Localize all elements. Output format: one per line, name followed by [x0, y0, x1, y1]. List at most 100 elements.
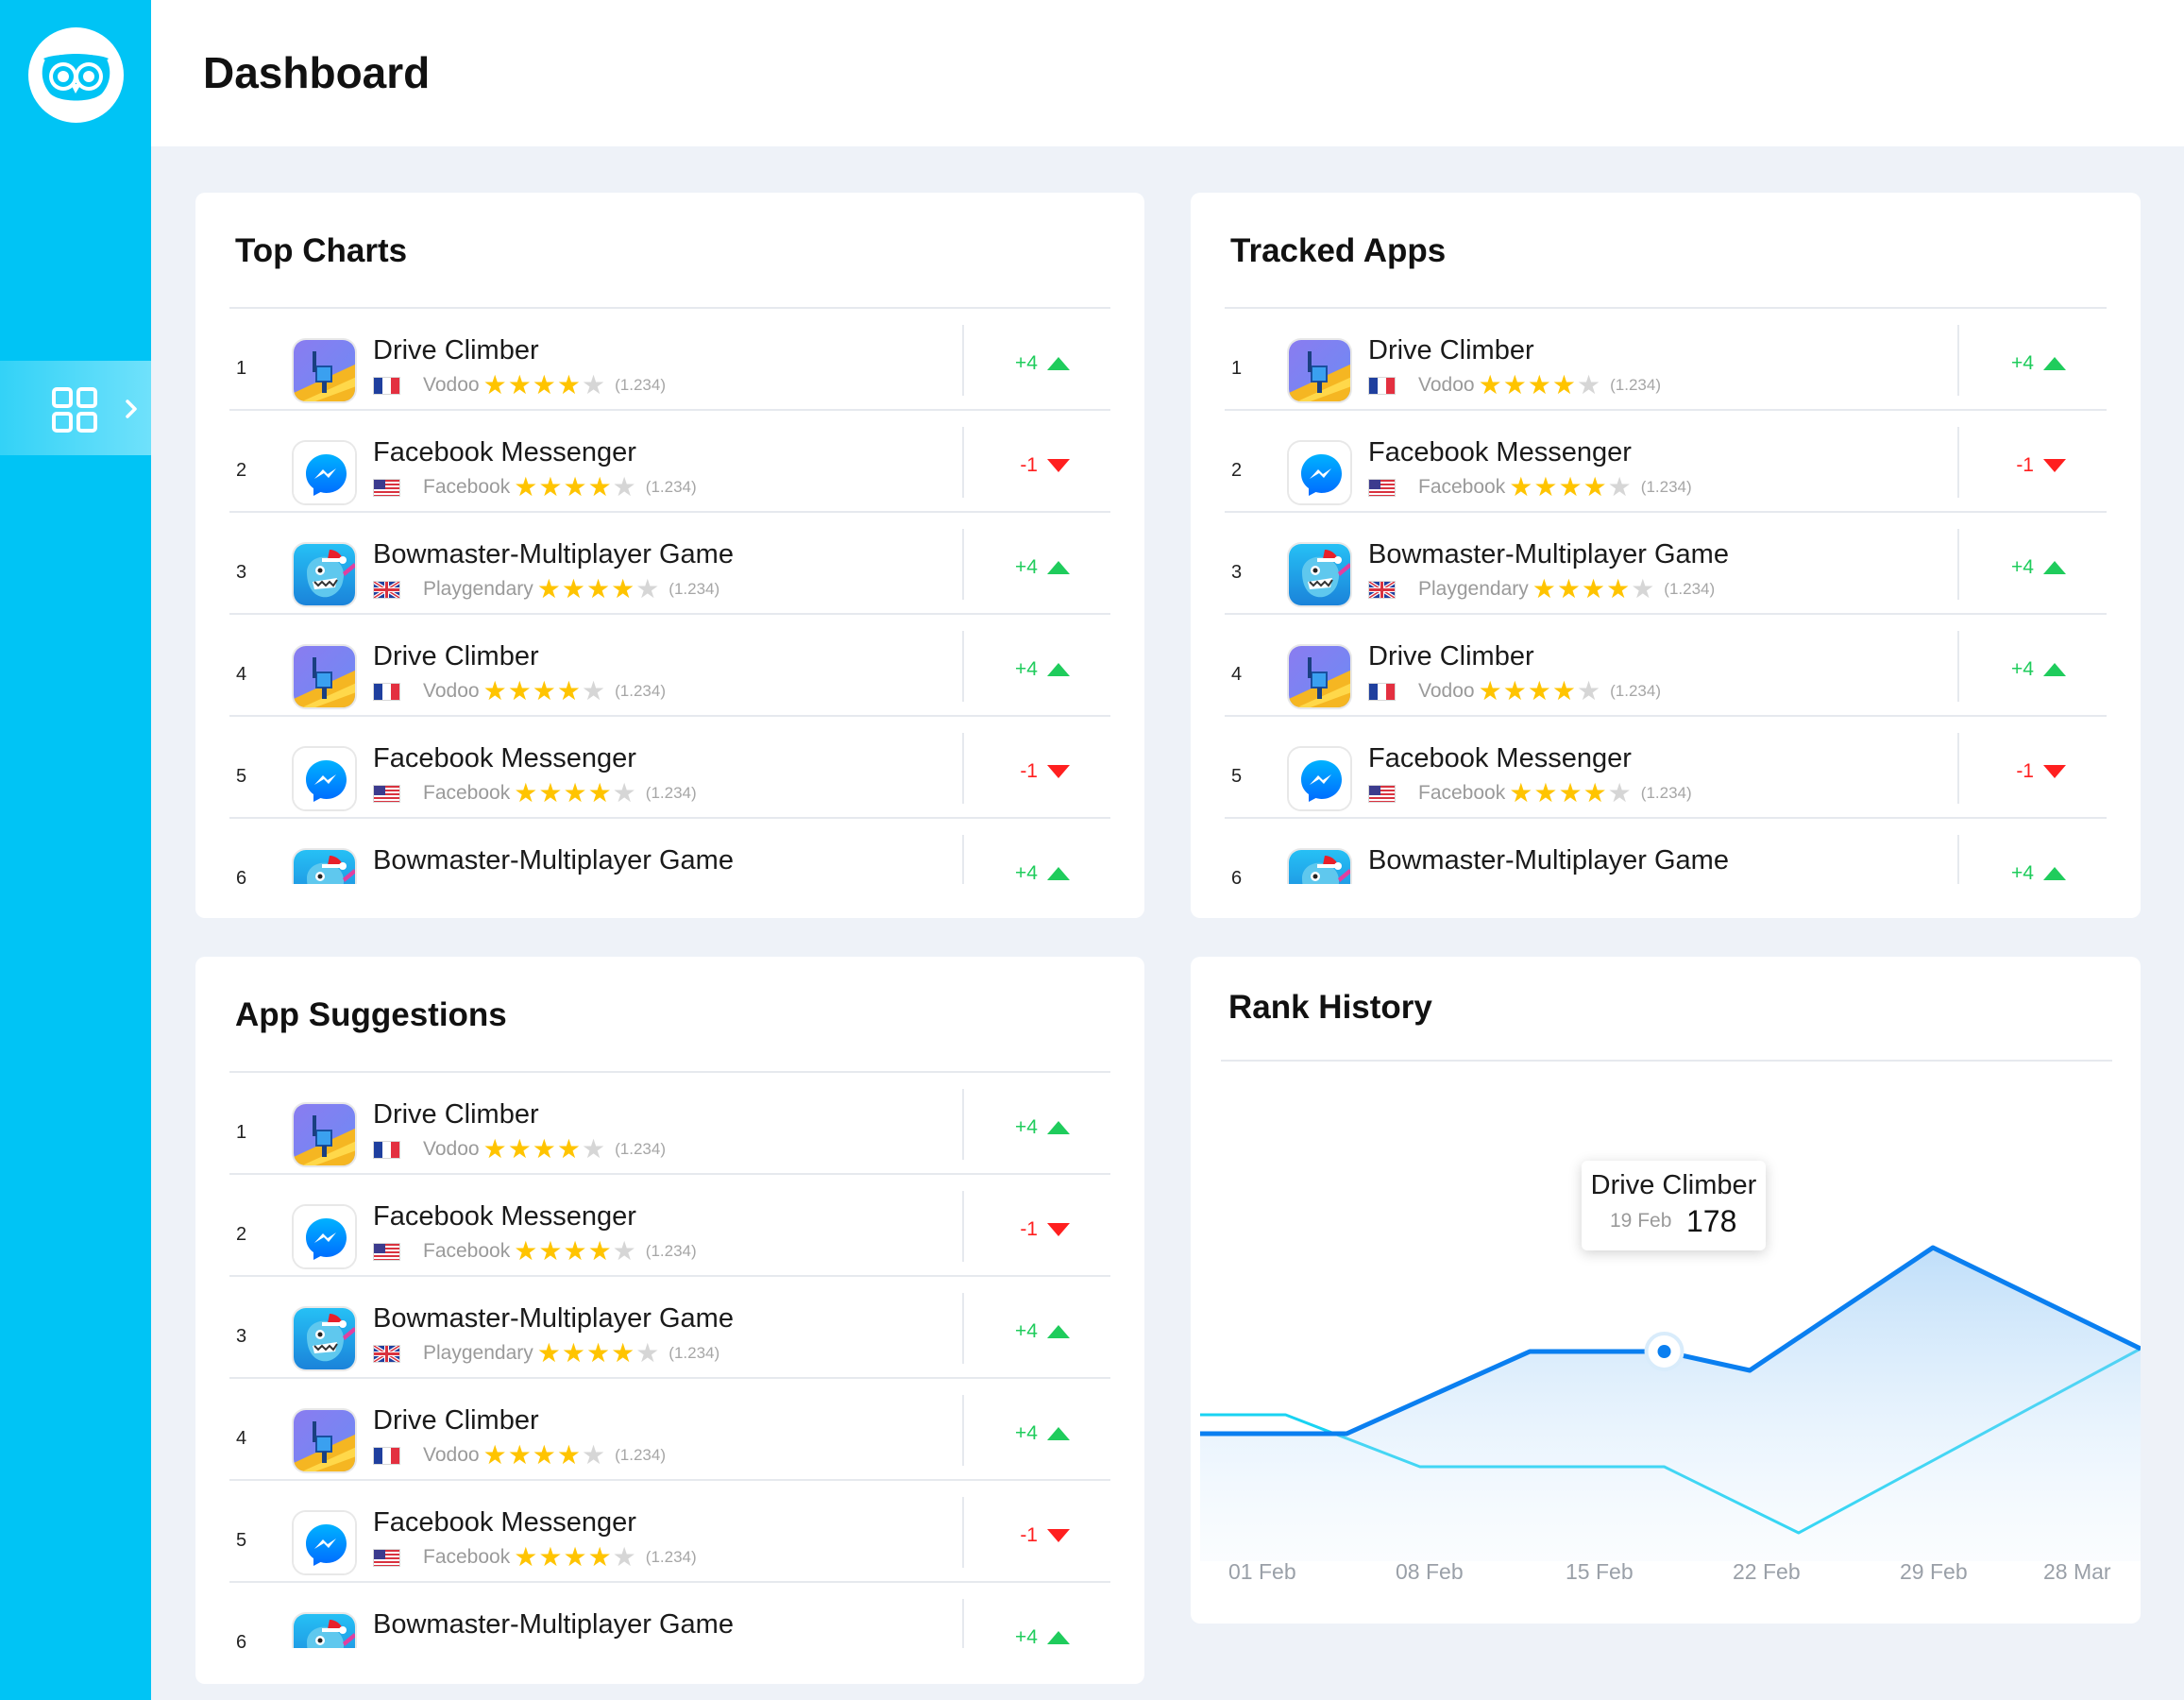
fr-flag-icon	[373, 1140, 400, 1159]
app-meta: Vodoo ★★★★★ (1.234)	[373, 1136, 666, 1163]
app-name: Facebook Messenger	[1368, 437, 1632, 468]
list-item[interactable]: 3 Bowmaster-Multiplayer Game Playgendary ★★…	[229, 513, 1110, 615]
x-tick-label: 01 Feb	[1228, 1559, 1296, 1584]
star-icon: ★	[556, 676, 583, 706]
tracked-apps-card: Tracked Apps 1 Drive Climber Vodoo ★★★★★ (1.…	[1191, 193, 2141, 918]
ratings-count: (1.234)	[645, 1548, 697, 1566]
star-rating: ★★★★★	[483, 1136, 607, 1163]
rank-number: 5	[236, 766, 247, 787]
star-icon: ★	[1606, 574, 1632, 604]
star-icon: ★	[611, 574, 636, 604]
app-icon	[1287, 542, 1352, 607]
rank-number: 4	[236, 664, 247, 685]
app-icon	[292, 1204, 357, 1269]
vertical-divider	[962, 631, 964, 702]
app-list[interactable]: 1 Drive Climber Vodoo ★★★★★ (1.234) +4 2 Facebo…	[229, 1073, 1110, 1648]
developer-name: Facebook	[423, 1546, 511, 1568]
star-icon: ★	[537, 1644, 562, 1649]
list-item[interactable]: 5 Facebook Messenger Facebook ★★★★★ (1.234) -…	[229, 1481, 1110, 1583]
star-icon: ★	[536, 1338, 562, 1368]
list-item[interactable]: 1 Drive Climber Vodoo ★★★★★ (1.234) +4	[229, 1073, 1110, 1175]
list-item[interactable]: 2 Facebook Messenger Facebook ★★★★★ (1.234) -…	[229, 411, 1110, 513]
star-icon: ★	[514, 1236, 539, 1266]
star-icon: ★	[556, 1440, 583, 1470]
list-item[interactable]: 5 Facebook Messenger Facebook ★★★★★ (1.234) -…	[229, 717, 1110, 819]
app-meta: Vodoo ★★★★★ (1.234)	[373, 678, 666, 705]
owl-logo-icon	[42, 54, 110, 101]
list-item[interactable]: 1 Drive Climber Vodoo ★★★★★ (1.234) +4	[229, 309, 1110, 411]
list-item[interactable]: 3 Bowmaster-Multiplayer Game Playgendary ★★…	[229, 1277, 1110, 1379]
arrow-up-icon	[1047, 1121, 1070, 1134]
list-item[interactable]: 2 Facebook Messenger Facebook ★★★★★ (1.234) -…	[229, 1175, 1110, 1277]
us-flag-icon	[1368, 478, 1396, 497]
arrow-up-icon	[1047, 867, 1070, 880]
list-item[interactable]: 4 Drive Climber Vodoo ★★★★★ (1.234) +4	[229, 1379, 1110, 1481]
x-tick-label: 15 Feb	[1566, 1559, 1634, 1584]
rank-change: -1	[1020, 1524, 1070, 1547]
vertical-divider	[962, 325, 964, 396]
rank-change-value: +4	[2011, 862, 2034, 884]
star-icon: ★	[1557, 880, 1582, 885]
list-item[interactable]: 6Bowmaster-Multiplayer GamePlaygendary★★…	[229, 1583, 1110, 1648]
app-meta: Facebook ★★★★★ (1.234)	[1368, 780, 1692, 807]
star-icon: ★	[483, 1440, 508, 1470]
star-icon: ★	[585, 574, 612, 604]
list-item[interactable]: 5 Facebook Messenger Facebook ★★★★★ (1.234) -…	[1225, 717, 2107, 819]
list-item[interactable]: 3 Bowmaster-Multiplayer Game Playgendary ★★…	[1225, 513, 2107, 615]
list-item[interactable]: 4 Drive Climber Vodoo ★★★★★ (1.234) +4	[1225, 615, 2107, 717]
star-icon: ★	[1631, 880, 1655, 885]
x-tick-label: 28 Mar	[2043, 1559, 2111, 1584]
app-name: Bowmaster-Multiplayer Game	[1368, 539, 1729, 570]
ratings-count: (1.234)	[669, 580, 720, 598]
data-point[interactable]	[1657, 1345, 1671, 1358]
rank-change: -1	[2016, 454, 2066, 477]
rank-number: 5	[1231, 766, 1243, 787]
star-icon: ★	[532, 1440, 557, 1470]
star-icon: ★	[561, 574, 586, 604]
star-icon: ★	[587, 1236, 613, 1266]
star-icon: ★	[635, 1644, 660, 1649]
star-icon: ★	[507, 1440, 533, 1470]
rank-change-value: +4	[1015, 556, 1038, 578]
rank-change: -1	[1020, 760, 1070, 783]
list-item[interactable]: 2 Facebook Messenger Facebook ★★★★★ (1.234) -…	[1225, 411, 2107, 513]
us-flag-icon	[1368, 784, 1396, 803]
app-icon	[292, 542, 357, 607]
star-icon: ★	[507, 676, 533, 706]
list-item[interactable]: 6Bowmaster-Multiplayer GamePlaygendary★★…	[1225, 819, 2107, 884]
arrow-down-icon	[1047, 1223, 1070, 1236]
rank-history-chart[interactable]	[1191, 957, 2141, 1624]
chart-tooltip: Drive Climber 19 Feb 178	[1582, 1161, 1766, 1250]
star-icon: ★	[507, 1134, 533, 1164]
star-icon: ★	[1551, 676, 1578, 706]
app-meta: Facebook ★★★★★ (1.234)	[373, 1238, 697, 1265]
star-icon: ★	[1581, 574, 1607, 604]
list-item[interactable]: 4 Drive Climber Vodoo ★★★★★ (1.234) +4	[229, 615, 1110, 717]
rank-change-value: +4	[1015, 352, 1038, 374]
arrow-up-icon	[1047, 1427, 1070, 1440]
rank-change: +4	[1015, 1626, 1070, 1648]
app-list[interactable]: 1 Drive Climber Vodoo ★★★★★ (1.234) +4 2 Facebo…	[1225, 309, 2107, 884]
chevron-right-icon	[126, 400, 137, 418]
x-tick-label: 22 Feb	[1733, 1559, 1801, 1584]
app-list[interactable]: 1 Drive Climber Vodoo ★★★★★ (1.234) +4 2 Facebo…	[229, 309, 1110, 884]
developer-name: Facebook	[423, 476, 511, 498]
app-icon	[1287, 746, 1352, 811]
ratings-count: (1.234)	[645, 784, 697, 802]
owl-logo[interactable]	[28, 27, 124, 123]
list-item[interactable]: 6Bowmaster-Multiplayer GamePlaygendary★★…	[229, 819, 1110, 884]
sidebar-item-dashboard[interactable]	[0, 361, 151, 455]
rank-number: 3	[1231, 562, 1243, 583]
app-name: Drive Climber	[1368, 335, 1534, 366]
rank-change: -1	[2016, 760, 2066, 783]
arrow-up-icon	[2043, 357, 2066, 370]
list-item[interactable]: 1 Drive Climber Vodoo ★★★★★ (1.234) +4	[1225, 309, 2107, 411]
star-rating: ★★★★★	[483, 372, 607, 399]
rank-change-value: +4	[1015, 862, 1038, 884]
app-meta: Vodoo ★★★★★ (1.234)	[373, 372, 666, 399]
star-icon: ★	[483, 370, 508, 400]
star-icon: ★	[1478, 676, 1503, 706]
rank-change: +4	[2011, 352, 2066, 375]
star-icon: ★	[532, 1134, 557, 1164]
ratings-count: (1.234)	[615, 376, 666, 394]
